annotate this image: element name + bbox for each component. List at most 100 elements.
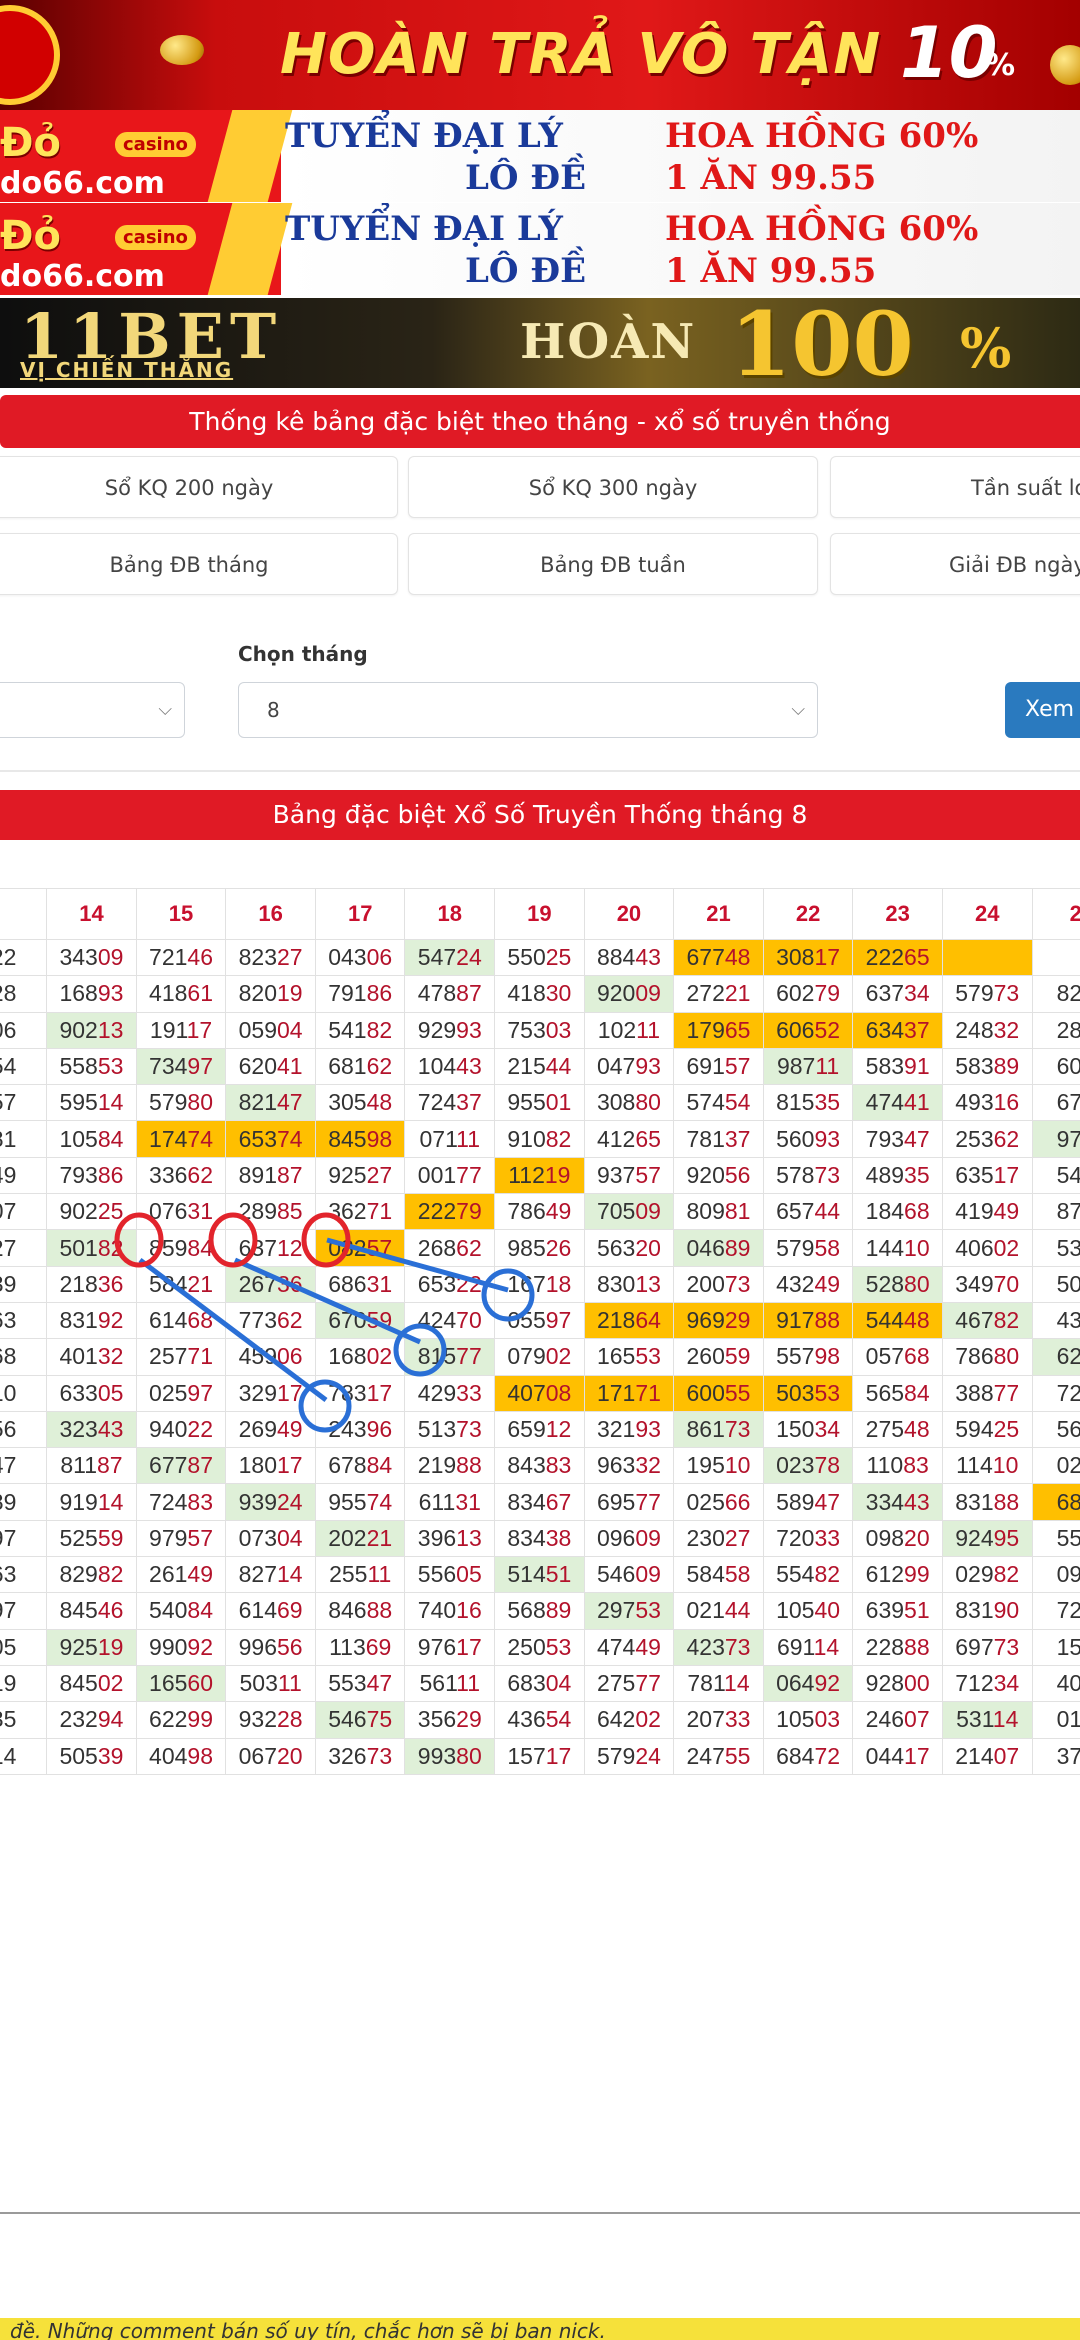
table-cell: 89187 (225, 1156, 316, 1195)
table-cell: 55482 (762, 1556, 854, 1594)
table-cell: 60055 (673, 1374, 764, 1412)
prize-last-two: 97 (187, 1379, 214, 1406)
table-cell: 72483 (135, 1483, 227, 1521)
banner-hoan-tra[interactable]: HOÀN TRẢ VÔ TẬN 10 % (0, 0, 1080, 110)
prize-prefix: 232 (59, 1706, 98, 1733)
table-cell: 47449 (583, 1628, 675, 1666)
table-row: 0790225076312898536271222797864970509809… (0, 1193, 1080, 1231)
prize-prefix: 334 (865, 1488, 905, 1515)
prize-prefix: 963 (596, 1452, 636, 1479)
link-so-kq-300[interactable]: Sổ KQ 300 ngày (408, 456, 818, 518)
prize-last-two: 93 (456, 1016, 482, 1043)
prize-last-two: 87 (456, 980, 482, 1007)
prize-last-two: 88 (456, 1452, 482, 1479)
banner-do66-1[interactable]: Đỏ casino do66.com TUYỂN ĐẠI LÝ LÔ ĐỀ HO… (0, 110, 1080, 202)
table-cell: 67059 (314, 1301, 406, 1340)
prize-prefix: 846 (328, 1597, 367, 1624)
table-cell: 81535 (762, 1084, 854, 1122)
table-row: 5759514579808214730548724379550130880574… (0, 1084, 1080, 1122)
prize-prefix: 639 (865, 1597, 905, 1624)
prize-last-two: 51 (545, 1561, 572, 1588)
table-cell: 14410 (852, 1229, 943, 1267)
table-cell: 20221 (314, 1519, 406, 1558)
prize-prefix: 831 (59, 1307, 98, 1334)
link-bang-db-thang[interactable]: Bảng ĐB tháng (0, 533, 398, 595)
table-cell: 50311 (225, 1664, 316, 1703)
banner-do66-2[interactable]: Đỏ casino do66.com TUYỂN ĐẠI LÝ LÔ ĐỀ HO… (0, 203, 1080, 295)
prize-prefix: 297 (596, 1597, 636, 1624)
prize-last-two: 14 (97, 1089, 124, 1116)
prize-prefix: 653 (238, 1125, 277, 1152)
prize-prefix: 474 (865, 1089, 905, 1116)
prize-prefix: 670 (328, 1307, 367, 1334)
prize-last-two: 33 (724, 1706, 751, 1733)
prize-prefix: 418 (149, 980, 188, 1007)
month-select[interactable]: 8 ⌵ (238, 682, 818, 738)
prize-prefix: 429 (417, 1379, 457, 1406)
prize-last-two: 55 (724, 1742, 751, 1769)
table-cell: 63517 (941, 1156, 1033, 1195)
table-cell: 93228 (225, 1701, 316, 1739)
table-cell: 56889 (494, 1592, 585, 1630)
table-cell: 83467 (494, 1483, 585, 1521)
prize-last-two: 11 (456, 1125, 481, 1152)
table-cell: 50182 (46, 1229, 137, 1267)
prize-prefix: 308 (776, 944, 815, 971)
prize-last-two: 14 (724, 1670, 750, 1697)
prize-last-two: 87 (277, 1161, 303, 1188)
prize-prefix: 622 (149, 1706, 188, 1733)
casino-logo-icon (0, 5, 60, 105)
table-cell: 54675 (314, 1701, 406, 1739)
table-cell: 54182 (314, 1011, 406, 1049)
prize-prefix: 861 (686, 1416, 725, 1442)
table-cell: 18017 (225, 1447, 316, 1485)
prize-prefix: 076 (149, 1198, 188, 1225)
prize-last-two: 14 (992, 1706, 1019, 1733)
prize-prefix: 579 (776, 1234, 815, 1261)
year-select[interactable]: ⌵ (0, 682, 185, 738)
table-cell: 58421 (135, 1265, 227, 1303)
link-so-kq-200[interactable]: Sổ KQ 200 ngày (0, 456, 398, 518)
table-cell: 34970 (941, 1265, 1033, 1303)
prize-last-two: 39 (97, 1742, 124, 1769)
table-cell: 69114 (762, 1628, 854, 1666)
banner-11bet[interactable]: 11BET VỊ CHIẾN THẮNG HOÀN 100 % (0, 298, 1080, 388)
prize-prefix: 919 (59, 1488, 98, 1515)
prize-prefix: 247 (686, 1742, 725, 1769)
prize-prefix: 633 (59, 1379, 98, 1406)
prize-last-two: 84 (366, 1452, 393, 1479)
table-cell: 57873 (762, 1156, 854, 1195)
prize-prefix: 525 (59, 1524, 98, 1551)
prize-last-two: 89 (724, 1234, 751, 1261)
prize-last-two: 93 (635, 1053, 661, 1080)
prize-last-two: 19 (277, 980, 303, 1007)
table-cell: 438 (1031, 1301, 1080, 1340)
view-button[interactable]: Xem (1005, 682, 1080, 738)
link-bang-db-tuan[interactable]: Bảng ĐB tuần (408, 533, 818, 595)
table-cell: 30817 (762, 938, 854, 977)
table-cell: 57973 (941, 975, 1033, 1013)
prize-prefix: 681 (328, 1053, 367, 1080)
prize-last-two: 56 (724, 1161, 751, 1188)
prize-last-two: 17 (186, 1016, 213, 1043)
table-cell: 72437 (404, 1084, 496, 1122)
prize-last-two: 82 (545, 1125, 572, 1152)
table-cell: 16893 (46, 975, 137, 1013)
table-cell: 85984 (135, 1229, 227, 1267)
prize-prefix: 343 (59, 944, 98, 971)
link-tan-suat[interactable]: Tần suất lo (830, 456, 1080, 518)
prize-last-two: 72 (814, 1742, 841, 1769)
table-cell: 28 (0, 975, 48, 1013)
casino-tag: casino (115, 225, 196, 250)
table-cell: 17474 (135, 1120, 227, 1158)
prize-prefix: 579 (149, 1089, 188, 1116)
table-cell: 53114 (941, 1701, 1033, 1739)
prize-prefix: 589 (776, 1488, 815, 1515)
link-giai-db-ngay[interactable]: Giải ĐB ngày (830, 533, 1080, 595)
table-cell: 91914 (46, 1483, 137, 1521)
prize-last-two: 80 (904, 1270, 930, 1297)
table-cell: 79386 (46, 1156, 137, 1195)
table-cell: 72033 (762, 1519, 854, 1558)
prize-prefix: 082 (328, 1234, 367, 1261)
prize-last-two: 33 (456, 1379, 482, 1406)
